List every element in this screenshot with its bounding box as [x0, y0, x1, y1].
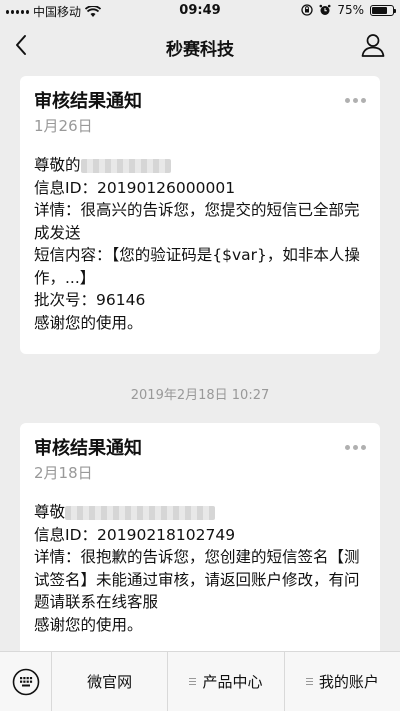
keyboard-icon — [12, 668, 39, 695]
message-body: 尊敬 信息ID：20190218102749 详情：很抱歉的告诉您，您创建的短信… — [34, 501, 366, 636]
tab-label: 我的账户 — [318, 673, 379, 691]
keyboard-toggle-button[interactable] — [0, 652, 52, 711]
message-body: 尊敬的 信息ID：20190126000001 详情：很高兴的告诉您，您提交的短… — [34, 154, 366, 334]
sms-content-line: 短信内容：【您的验证码是{$var}，如非本人操作，...】 — [34, 246, 360, 287]
tab-my-account[interactable]: 我的账户 — [283, 652, 400, 711]
message-date: 1月26日 — [34, 117, 93, 135]
message-date: 2月18日 — [34, 464, 93, 482]
nav-bar: 秒赛科技 — [0, 22, 400, 68]
battery-fill — [372, 6, 387, 14]
greeting-text: 尊敬 — [34, 503, 66, 521]
menu-lines-icon — [189, 678, 197, 685]
detail-line: 详情：很高兴的告诉您，您提交的短信已全部完成发送 — [34, 201, 360, 242]
greeting-text: 尊敬的 — [34, 156, 81, 174]
user-icon[interactable] — [360, 32, 386, 58]
battery-icon — [370, 4, 396, 16]
redacted-name — [65, 505, 216, 520]
more-dots-icon[interactable] — [345, 98, 366, 103]
thanks-line: 感谢您的使用。 — [34, 313, 143, 332]
alarm-icon — [319, 4, 331, 15]
battery-percent: 75% — [337, 3, 364, 17]
tab-product-center[interactable]: 产品中心 — [167, 652, 283, 711]
message-title: 审核结果通知 — [34, 91, 142, 112]
redacted-name — [80, 158, 171, 173]
message-card[interactable]: 审核结果通知 2月18日 尊敬 信息ID：20190218102749 详情：很… — [20, 423, 380, 651]
bottom-menu-bar: 微官网 产品中心 我的账户 — [0, 651, 400, 711]
greeting-line: 尊敬的 — [34, 154, 366, 177]
batch-number-line: 批次号：96146 — [34, 291, 146, 309]
thanks-line: 感谢您的使用。 — [34, 615, 143, 634]
greeting-line: 尊敬 — [34, 501, 366, 524]
rotation-lock-icon — [301, 4, 313, 16]
status-right: 75% — [301, 3, 396, 17]
message-title: 审核结果通知 — [34, 438, 142, 459]
tab-label: 产品中心 — [202, 673, 263, 691]
message-card[interactable]: 审核结果通知 1月26日 尊敬的 信息ID：20190126000001 详情：… — [20, 76, 380, 354]
tab-micro-site[interactable]: 微官网 — [52, 652, 167, 711]
menu-lines-icon — [305, 678, 313, 685]
status-bar: 中国移动 09:49 75% — [0, 0, 400, 22]
more-dots-icon[interactable] — [345, 445, 366, 450]
info-id-line: 信息ID：20190218102749 — [34, 525, 236, 544]
tab-label: 微官网 — [87, 673, 133, 691]
info-id-line: 信息ID：20190126000001 — [34, 178, 236, 197]
page-title: 秒赛科技 — [166, 40, 234, 60]
detail-line: 详情：很抱歉的告诉您，您创建的短信签名【测试签名】未能通过审核，请返回账户修改，… — [34, 548, 360, 611]
message-timestamp: 2019年2月18日 10:27 — [130, 388, 270, 403]
message-list[interactable]: 审核结果通知 1月26日 尊敬的 信息ID：20190126000001 详情：… — [0, 68, 400, 651]
